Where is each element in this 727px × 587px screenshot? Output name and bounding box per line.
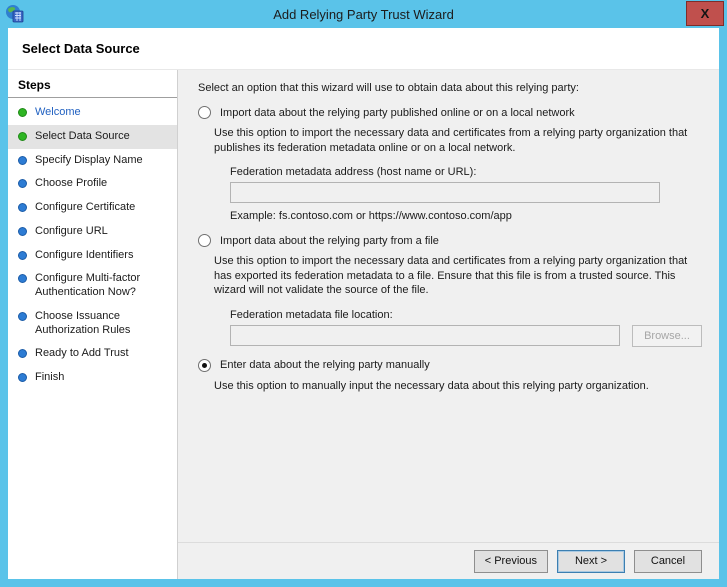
step-pending-icon: [18, 274, 27, 284]
metadata-address-label: Federation metadata address (host name o…: [230, 166, 477, 179]
federation-metadata-file-input[interactable]: [230, 325, 620, 347]
sidebar-item-welcome: Welcome: [8, 101, 177, 125]
option-description: Use this option to manually input the ne…: [214, 379, 649, 392]
step-pending-icon: [18, 226, 27, 236]
intro-text: Select an option that this wizard will u…: [198, 82, 579, 94]
adfs-wizard-icon: [6, 5, 24, 23]
dialog-body: Steps Welcome Select Data Source Specify…: [8, 70, 719, 579]
cancel-button[interactable]: Cancel: [634, 549, 702, 573]
wizard-button-bar: < Previous Next > Cancel: [178, 542, 719, 579]
step-pending-icon: [18, 155, 27, 165]
sidebar-item-ready-to-add-trust: Ready to Add Trust: [8, 342, 177, 366]
sidebar-item-specify-display-name: Specify Display Name: [8, 149, 177, 173]
step-pending-icon: [18, 311, 27, 321]
radio-import-online[interactable]: [198, 106, 211, 119]
sidebar-item-finish: Finish: [8, 366, 177, 390]
sidebar-item-configure-certificate: Configure Certificate: [8, 196, 177, 220]
step-pending-icon: [18, 179, 27, 189]
radio-enter-manually[interactable]: [198, 358, 211, 372]
radio-row-enter-manually[interactable]: Enter data about the relying party manua…: [198, 358, 703, 372]
data-source-options: Select an option that this wizard will u…: [178, 70, 719, 542]
radio-label: Enter data about the relying party manua…: [220, 359, 430, 372]
radio-row-import-file[interactable]: Import data about the relying party from…: [198, 234, 703, 248]
dialog-frame: Select Data Source Steps Welcome Select …: [8, 28, 719, 579]
option-import-online: Import data about the relying party publ…: [198, 106, 703, 222]
option-description: Use this option to import the necessary …: [214, 255, 688, 297]
step-pending-icon: [18, 373, 27, 382]
metadata-address-example: Example: fs.contoso.com or https://www.c…: [230, 210, 512, 223]
window-title: Add Relying Party Trust Wizard: [273, 7, 454, 22]
step-done-icon: [18, 131, 27, 141]
metadata-file-row: Browse...: [230, 324, 703, 347]
previous-button[interactable]: < Previous: [473, 549, 548, 573]
steps-list: Welcome Select Data Source Specify Displ…: [8, 101, 177, 390]
sidebar-item-configure-identifiers: Configure Identifiers: [8, 244, 177, 268]
radio-row-import-online[interactable]: Import data about the relying party publ…: [198, 106, 703, 119]
step-pending-icon: [18, 250, 27, 260]
next-button[interactable]: Next >: [557, 549, 625, 573]
wizard-window: Add Relying Party Trust Wizard X Select …: [0, 0, 727, 587]
sidebar-item-configure-url: Configure URL: [8, 220, 177, 244]
browse-button[interactable]: Browse...: [632, 324, 702, 347]
step-pending-icon: [18, 349, 27, 359]
metadata-file-label: Federation metadata file location:: [230, 308, 393, 321]
close-button[interactable]: X: [686, 1, 724, 26]
step-done-icon: [18, 108, 27, 117]
steps-panel: Steps Welcome Select Data Source Specify…: [8, 70, 178, 579]
titlebar[interactable]: Add Relying Party Trust Wizard X: [0, 0, 727, 28]
steps-panel-header: Steps: [8, 70, 177, 98]
sidebar-item-choose-profile: Choose Profile: [8, 172, 177, 196]
radio-label: Import data about the relying party publ…: [220, 106, 575, 119]
federation-metadata-address-input[interactable]: [230, 182, 660, 204]
option-description: Use this option to import the necessary …: [214, 127, 688, 154]
sidebar-item-choose-issuance-rules: Choose Issuance Authorization Rules: [8, 305, 177, 343]
sidebar-item-select-data-source: Select Data Source: [8, 124, 177, 149]
step-pending-icon: [18, 203, 27, 212]
radio-label: Import data about the relying party from…: [220, 234, 439, 247]
sidebar-item-configure-mfa: Configure Multi-factor Authentication No…: [8, 267, 177, 305]
option-import-file: Import data about the relying party from…: [198, 234, 703, 347]
page-title: Select Data Source: [8, 28, 719, 70]
radio-import-file[interactable]: [198, 234, 211, 248]
main-panel: Select an option that this wizard will u…: [178, 70, 719, 579]
option-enter-manually: Enter data about the relying party manua…: [198, 358, 703, 394]
